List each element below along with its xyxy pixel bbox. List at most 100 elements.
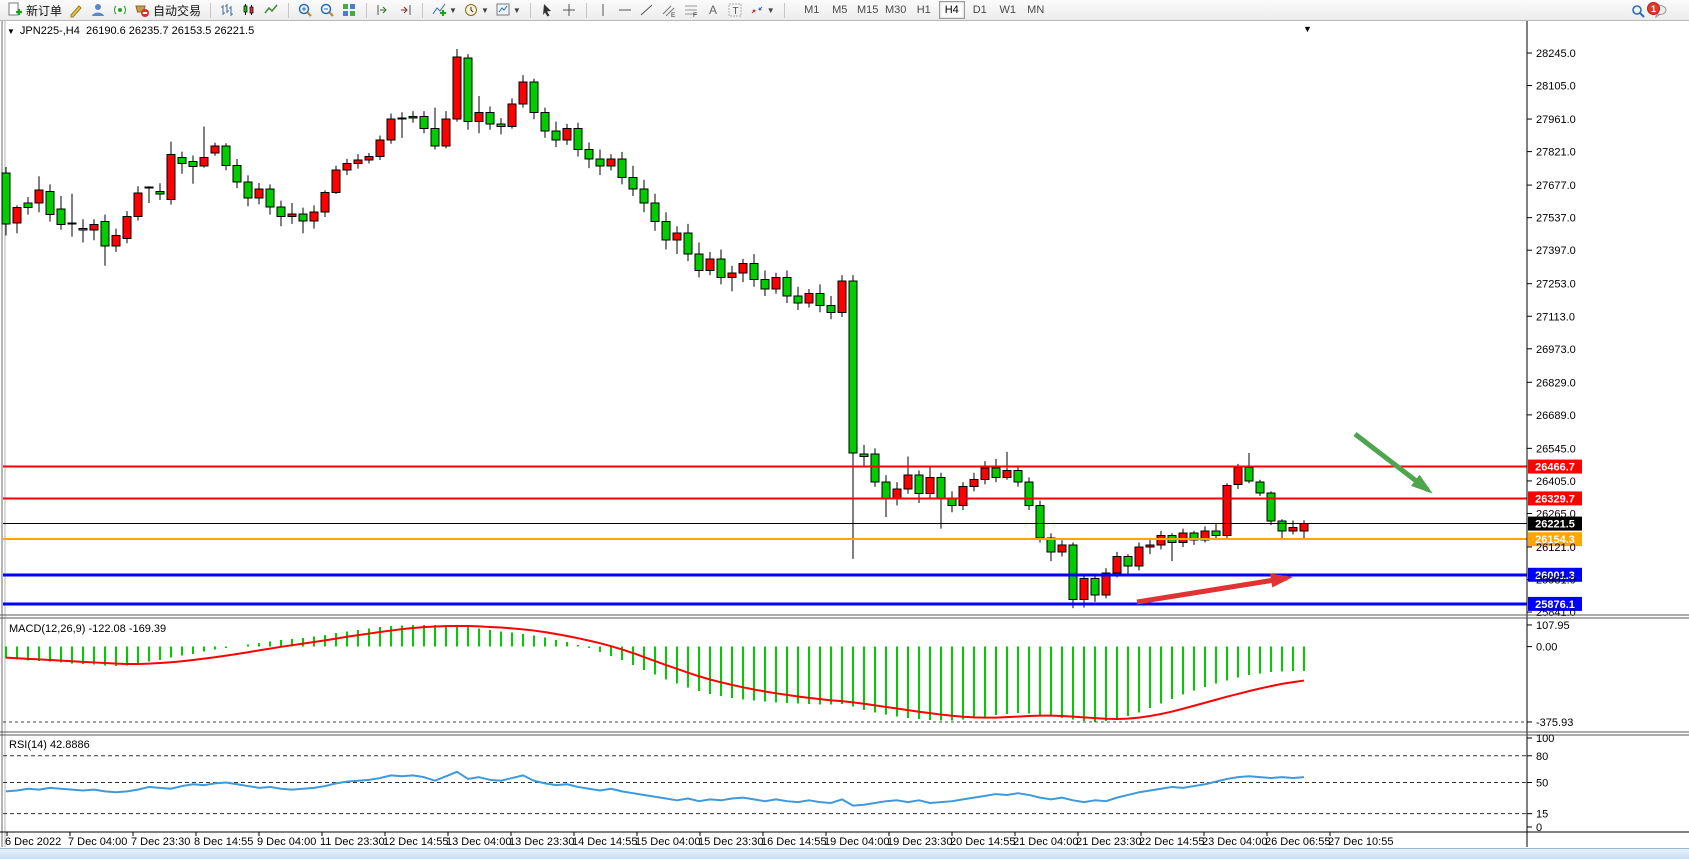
- candle-body[interactable]: [904, 475, 912, 489]
- candle-body[interactable]: [1245, 468, 1253, 481]
- candle-body[interactable]: [783, 277, 791, 296]
- candle-body[interactable]: [1256, 482, 1264, 493]
- bar-chart-button[interactable]: [216, 1, 238, 20]
- candle-body[interactable]: [1146, 545, 1154, 547]
- candle-body[interactable]: [222, 146, 230, 166]
- search-button[interactable]: [1627, 1, 1649, 20]
- candle-body[interactable]: [310, 212, 318, 221]
- candle-body[interactable]: [618, 159, 626, 178]
- templates-button[interactable]: ▼: [492, 1, 524, 20]
- candle-body[interactable]: [816, 294, 824, 306]
- equidistant-channel-button[interactable]: E: [658, 1, 680, 20]
- candle-body[interactable]: [145, 187, 153, 188]
- candle-body[interactable]: [244, 182, 252, 198]
- candle-body[interactable]: [882, 482, 890, 498]
- candle-body[interactable]: [827, 305, 835, 312]
- candle-body[interactable]: [992, 468, 1000, 477]
- candle-body[interactable]: [937, 477, 945, 498]
- candle-body[interactable]: [453, 57, 461, 119]
- candle-body[interactable]: [365, 156, 373, 159]
- candle-body[interactable]: [662, 222, 670, 241]
- candle-body[interactable]: [343, 163, 351, 170]
- candle-body[interactable]: [772, 277, 780, 289]
- tile-windows-button[interactable]: [338, 1, 360, 20]
- candle-body[interactable]: [90, 224, 98, 230]
- candle-body[interactable]: [299, 214, 307, 221]
- candle-body[interactable]: [849, 281, 857, 453]
- candle-body[interactable]: [1069, 545, 1077, 600]
- candle-body[interactable]: [101, 222, 109, 246]
- notifications-button[interactable]: 1: [1649, 1, 1671, 20]
- candle-body[interactable]: [508, 104, 516, 126]
- candle-body[interactable]: [574, 129, 582, 150]
- candle-body[interactable]: [123, 216, 131, 238]
- candle-body[interactable]: [409, 116, 417, 118]
- dropdown-caret-icon[interactable]: ▼: [481, 6, 489, 15]
- auto-scroll-button[interactable]: [372, 1, 394, 20]
- timeframe-mn-button[interactable]: MN: [1023, 1, 1049, 19]
- candle-body[interactable]: [750, 263, 758, 279]
- metaeditor-button[interactable]: [65, 1, 87, 20]
- candle-body[interactable]: [530, 82, 538, 112]
- dropdown-caret-icon[interactable]: ▼: [513, 6, 521, 15]
- timeframe-h4-button[interactable]: H4: [939, 1, 965, 19]
- autotrading-button[interactable]: 自动交易: [131, 1, 204, 20]
- candle-body[interactable]: [728, 273, 736, 278]
- vertical-line-button[interactable]: [592, 1, 614, 20]
- zoom-in-button[interactable]: [294, 1, 316, 20]
- timeframe-m30-button[interactable]: M30: [883, 1, 909, 19]
- up-trend-arrow[interactable]: [1137, 578, 1287, 602]
- candle-body[interactable]: [640, 189, 648, 203]
- candle-body[interactable]: [651, 203, 659, 222]
- timeframe-h1-button[interactable]: H1: [911, 1, 937, 19]
- candle-body[interactable]: [541, 112, 549, 131]
- candle-body[interactable]: [805, 294, 813, 303]
- candle-body[interactable]: [596, 159, 604, 166]
- candle-body[interactable]: [585, 150, 593, 159]
- candle-body[interactable]: [57, 209, 65, 225]
- candle-body[interactable]: [1025, 482, 1033, 505]
- timeframe-m5-button[interactable]: M5: [827, 1, 853, 19]
- chart-shift-button[interactable]: [394, 1, 416, 20]
- candle-body[interactable]: [277, 207, 285, 216]
- timeframe-w1-button[interactable]: W1: [995, 1, 1021, 19]
- candle-body[interactable]: [717, 259, 725, 278]
- zoom-out-button[interactable]: [316, 1, 338, 20]
- candle-body[interactable]: [959, 487, 967, 506]
- candle-body[interactable]: [1179, 533, 1187, 542]
- candle-body[interactable]: [915, 475, 923, 494]
- chart-menu-arrow-icon[interactable]: ▼: [1303, 24, 1312, 34]
- candle-body[interactable]: [497, 124, 505, 126]
- candle-body[interactable]: [321, 193, 329, 212]
- arrows-button[interactable]: ▼: [746, 1, 778, 20]
- community-button[interactable]: [87, 1, 109, 20]
- candle-body[interactable]: [420, 116, 428, 128]
- candle-body[interactable]: [1003, 470, 1011, 477]
- candle-body[interactable]: [1135, 547, 1143, 566]
- candle-body[interactable]: [563, 129, 571, 141]
- candle-body[interactable]: [233, 165, 241, 182]
- candle-body[interactable]: [332, 170, 340, 193]
- candle-body[interactable]: [211, 146, 219, 153]
- candle-body[interactable]: [684, 233, 692, 254]
- collapse-triangle-icon[interactable]: ▼: [7, 27, 15, 36]
- indicators-button[interactable]: ▼: [428, 1, 460, 20]
- periods-button[interactable]: ▼: [460, 1, 492, 20]
- candle-body[interactable]: [552, 131, 560, 140]
- candle-body[interactable]: [1113, 556, 1121, 572]
- candle-body[interactable]: [1036, 505, 1044, 538]
- candle-body[interactable]: [24, 203, 32, 208]
- dropdown-caret-icon[interactable]: ▼: [767, 6, 775, 15]
- candle-body[interactable]: [673, 233, 681, 240]
- candle-body[interactable]: [794, 296, 802, 303]
- candle-body[interactable]: [354, 160, 362, 163]
- label-button[interactable]: T: [724, 1, 746, 20]
- candle-body[interactable]: [860, 454, 868, 456]
- candle-body[interactable]: [761, 280, 769, 289]
- timeframe-m1-button[interactable]: M1: [799, 1, 825, 19]
- candle-body[interactable]: [112, 236, 120, 246]
- candle-body[interactable]: [266, 189, 274, 207]
- timeframe-d1-button[interactable]: D1: [967, 1, 993, 19]
- candle-body[interactable]: [838, 281, 846, 312]
- candle-body[interactable]: [255, 189, 263, 198]
